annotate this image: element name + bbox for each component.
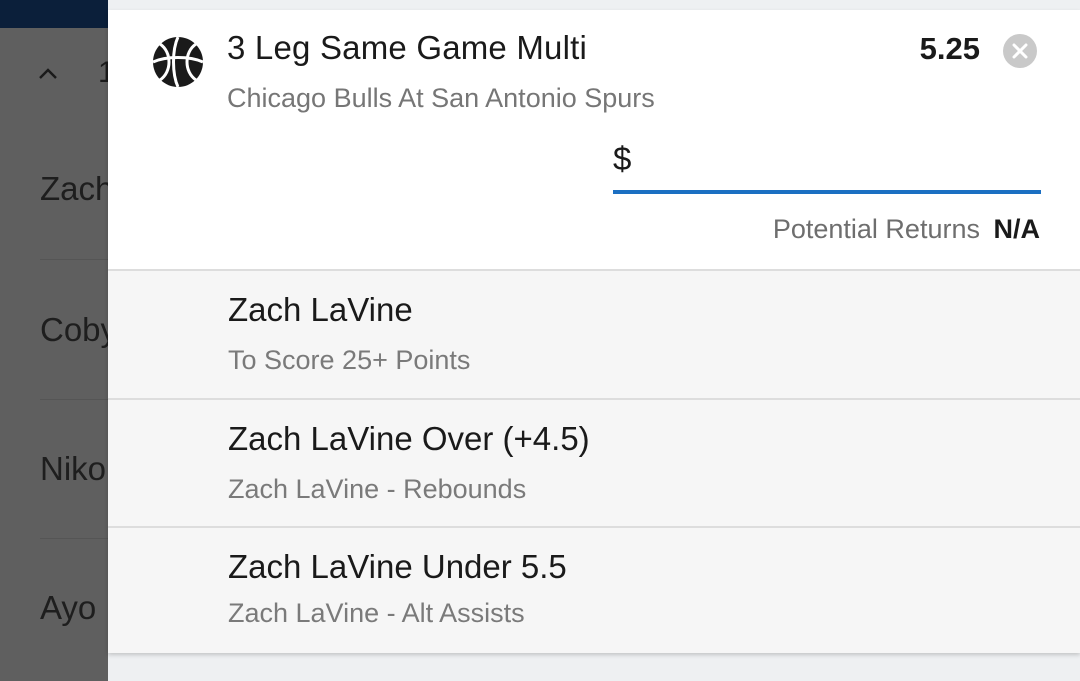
leg-selection: Zach LaVine bbox=[228, 291, 413, 328]
background-row: Niko bbox=[40, 450, 107, 487]
background-top-bar bbox=[0, 0, 108, 28]
bet-leg: Zach LaVine Over (+4.5) Zach LaVine - Re… bbox=[108, 398, 1080, 526]
background-divider bbox=[40, 259, 108, 260]
bet-event: Chicago Bulls At San Antonio Spurs bbox=[227, 83, 655, 113]
bet-title: 3 Leg Same Game Multi bbox=[227, 29, 588, 66]
stake-input[interactable] bbox=[643, 136, 1037, 188]
background-player-list: 1 Zach Coby Niko Ayo bbox=[0, 0, 108, 681]
bet-leg: Zach LaVine Under 5.5 Zach LaVine - Alt … bbox=[108, 526, 1080, 653]
potential-returns: Potential Returns N/A bbox=[773, 214, 1040, 245]
background-divider bbox=[40, 538, 108, 539]
potential-returns-label: Potential Returns bbox=[772, 214, 980, 244]
leg-market: To Score 25+ Points bbox=[228, 345, 471, 375]
background-count: 1 bbox=[98, 56, 108, 89]
chevron-up-icon bbox=[36, 62, 60, 86]
close-circle-icon[interactable] bbox=[1003, 34, 1037, 68]
potential-returns-value: N/A bbox=[993, 214, 1041, 244]
bet-legs-list: Zach LaVine To Score 25+ Points Zach LaV… bbox=[108, 269, 1080, 653]
background-row: Zach bbox=[40, 170, 108, 207]
leg-market: Zach LaVine - Rebounds bbox=[228, 474, 527, 504]
betslip-card: 3 Leg Same Game Multi Chicago Bulls At S… bbox=[108, 10, 1080, 653]
stake-field: $ bbox=[613, 136, 1041, 194]
bet-odds: 5.25 bbox=[919, 31, 980, 66]
leg-selection: Zach LaVine Over (+4.5) bbox=[228, 420, 590, 457]
currency-symbol: $ bbox=[613, 140, 632, 177]
background-divider bbox=[40, 399, 108, 400]
background-row: Ayo bbox=[40, 589, 97, 626]
betslip-header: 3 Leg Same Game Multi Chicago Bulls At S… bbox=[108, 10, 1080, 269]
bet-leg: Zach LaVine To Score 25+ Points bbox=[108, 269, 1080, 398]
leg-selection: Zach LaVine Under 5.5 bbox=[228, 548, 567, 585]
basketball-icon bbox=[152, 36, 204, 88]
leg-market: Zach LaVine - Alt Assists bbox=[228, 598, 525, 628]
background-row: Coby bbox=[40, 311, 108, 348]
